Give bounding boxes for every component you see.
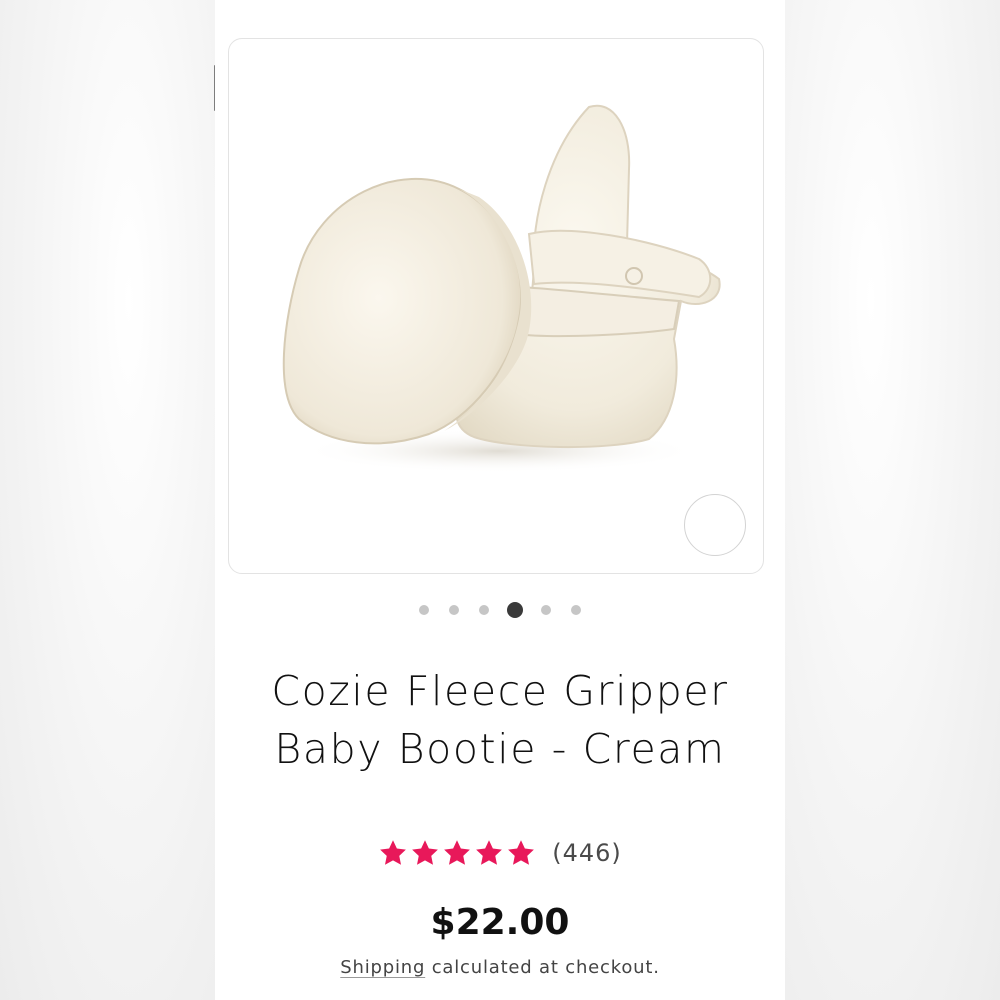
product-page: Cozie Fleece Gripper Baby Bootie - Cream… bbox=[215, 0, 785, 1000]
product-title: Cozie Fleece Gripper Baby Bootie - Cream bbox=[215, 662, 785, 778]
gallery-pagination bbox=[215, 600, 785, 620]
pagination-dot[interactable] bbox=[479, 605, 489, 615]
product-rating[interactable]: (446) bbox=[215, 836, 785, 870]
star-rating bbox=[378, 838, 538, 868]
pagination-dot[interactable] bbox=[449, 605, 459, 615]
shipping-note: Shipping calculated at checkout. bbox=[215, 957, 785, 978]
product-price: $22.00 bbox=[430, 902, 570, 943]
product-gallery[interactable] bbox=[228, 38, 764, 574]
background-right bbox=[785, 0, 1000, 1000]
pagination-dot[interactable] bbox=[541, 605, 551, 615]
zoom-button[interactable] bbox=[684, 494, 746, 556]
star-icon bbox=[508, 840, 535, 865]
background-left bbox=[0, 0, 215, 1000]
pagination-dot-active[interactable] bbox=[507, 602, 523, 618]
product-title-line-2: Baby Bootie - Cream bbox=[274, 725, 726, 773]
shipping-link[interactable]: Shipping bbox=[340, 957, 425, 978]
shipping-text: calculated at checkout. bbox=[425, 957, 660, 978]
product-image bbox=[282, 104, 721, 473]
pagination-dot[interactable] bbox=[419, 605, 429, 615]
star-icon bbox=[380, 840, 407, 865]
star-icon bbox=[476, 840, 503, 865]
star-icon bbox=[444, 840, 471, 865]
product-title-line-1: Cozie Fleece Gripper bbox=[271, 667, 729, 715]
review-count[interactable]: (446) bbox=[552, 839, 622, 867]
star-icon bbox=[412, 840, 439, 865]
pagination-dot[interactable] bbox=[571, 605, 581, 615]
